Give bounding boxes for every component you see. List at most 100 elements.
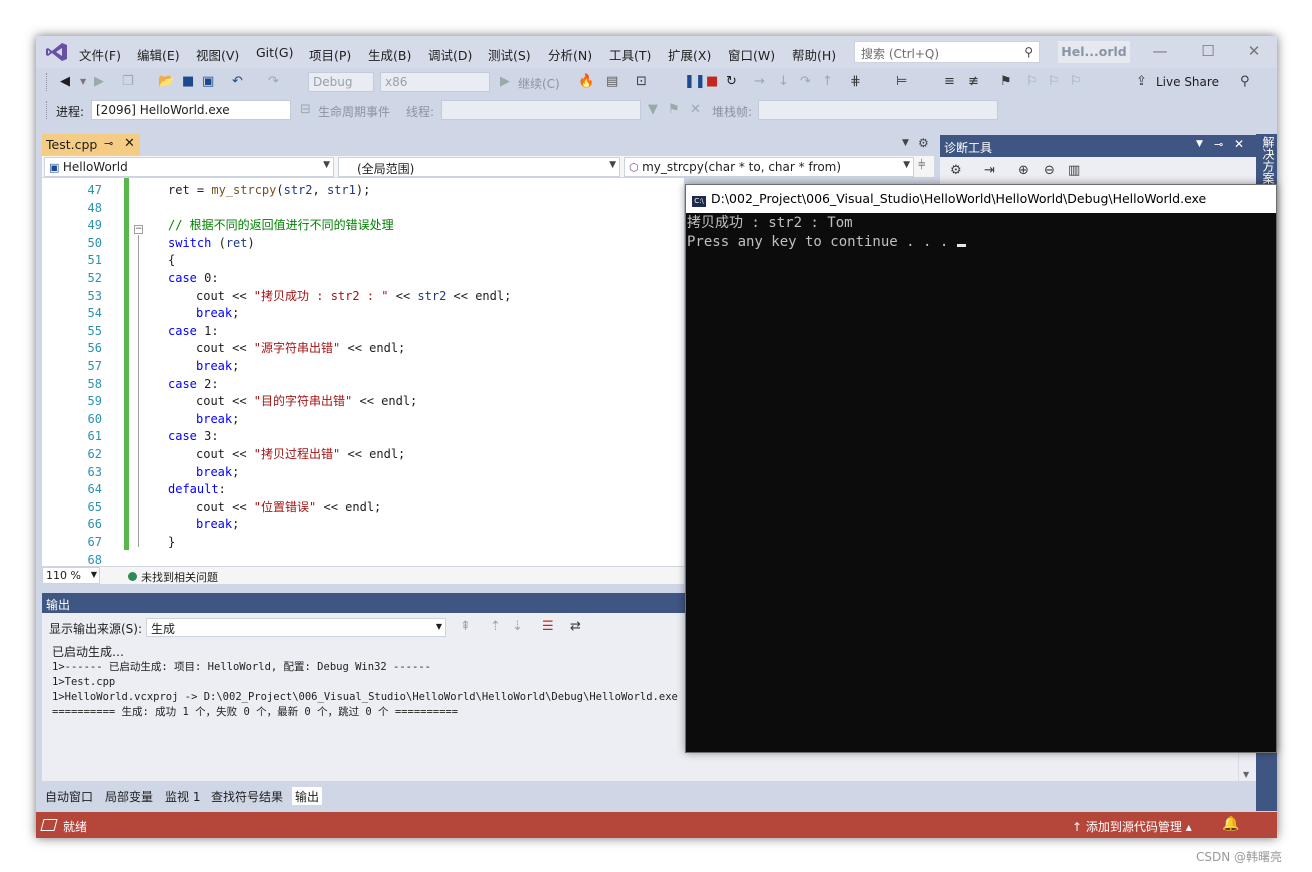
clear-bookmarks-icon[interactable]: ⚐ (1070, 73, 1082, 91)
output-source-select[interactable]: 生成 ▼ (146, 618, 446, 637)
zoom-select[interactable]: 110 % ▼ (42, 567, 100, 584)
live-share-icon[interactable]: ⇪ (1136, 73, 1147, 91)
menu-tools[interactable]: 工具(T) (609, 45, 651, 64)
prev-message-icon[interactable]: ⇡ (490, 618, 501, 636)
project-select[interactable]: ▣ HelloWorld ▼ (44, 157, 334, 177)
configuration-select[interactable]: Debug (308, 72, 374, 92)
issues-indicator[interactable]: 未找到相关问题 (128, 569, 218, 585)
tab-locals[interactable]: 局部变量 (102, 787, 156, 805)
panel-dropdown-icon[interactable]: ▼ (1196, 139, 1203, 149)
stop-icon[interactable]: ■ (706, 73, 718, 91)
maximize-button[interactable]: ☐ (1194, 42, 1222, 60)
zoom-out-icon[interactable]: ⊖ (1044, 162, 1055, 180)
open-file-icon[interactable]: 📂 (158, 73, 174, 91)
add-to-source-control-button[interactable]: ↑ 添加到源代码管理 ▴ (1072, 818, 1192, 835)
split-editor-icon[interactable]: ⫩ (918, 158, 925, 173)
flag-icon[interactable]: ⚑ (668, 101, 680, 119)
screenshot-icon[interactable]: ⊡ (636, 73, 647, 91)
filter-icon[interactable]: ▼ (648, 101, 658, 119)
close-window-button[interactable]: ✕ (1240, 42, 1268, 60)
show-next-statement-icon[interactable]: → (754, 73, 765, 91)
menu-help[interactable]: 帮助(H) (792, 45, 836, 64)
redo-icon[interactable]: ↷ (268, 73, 279, 91)
continue-button[interactable]: 继续(C) (518, 75, 560, 92)
new-project-icon[interactable]: ❐ (122, 73, 134, 91)
undo-icon[interactable]: ↶ (232, 73, 243, 91)
menu-view[interactable]: 视图(V) (196, 45, 239, 64)
step-out-icon[interactable]: ↑ (822, 73, 833, 91)
clear-all-icon[interactable]: ☰ (542, 618, 554, 636)
thread-select[interactable] (441, 100, 641, 120)
tab-find-symbol-results[interactable]: 查找符号结果 (208, 787, 286, 805)
tab-dropdown-icon[interactable]: ▼ (902, 138, 909, 148)
back-icon[interactable]: ◀ (60, 73, 70, 91)
tab-autos[interactable]: 自动窗口 (42, 787, 96, 805)
menu-file[interactable]: 文件(F) (79, 45, 121, 64)
word-wrap-icon[interactable]: ⇄ (570, 618, 581, 636)
hot-reload-icon[interactable]: 🔥 (578, 73, 594, 91)
visual-studio-logo-icon[interactable] (46, 42, 68, 62)
export-icon[interactable]: ⇥ (984, 162, 995, 180)
search-input[interactable]: 搜索 (Ctrl+Q) ⚲ (854, 41, 1040, 63)
browse-icon[interactable]: ▤ (606, 73, 618, 91)
tab-output[interactable]: 输出 (292, 787, 323, 805)
search-placeholder: 搜索 (Ctrl+Q) (861, 47, 940, 61)
pin-icon[interactable]: ⊸ (1214, 138, 1223, 151)
prev-bookmark-icon[interactable]: ⚐ (1026, 73, 1038, 91)
pin-icon[interactable]: ⊸ (104, 137, 113, 150)
menu-test[interactable]: 测试(S) (488, 45, 531, 64)
code-editor[interactable]: − 47 ret = my_strcpy(str2, str1); 48 49// 根… (42, 178, 684, 566)
console-line: Press any key to continue . . . (687, 234, 957, 250)
feedback-icon[interactable]: ⚲ (1240, 73, 1250, 91)
menu-analyze[interactable]: 分析(N) (548, 45, 592, 64)
settings-gear-icon[interactable]: ⚙ (950, 162, 962, 180)
goto-error-icon[interactable]: ⇞ (460, 618, 471, 636)
menu-build[interactable]: 生成(B) (368, 45, 411, 64)
restart-icon[interactable]: ↻ (726, 73, 737, 91)
menu-window[interactable]: 窗口(W) (728, 45, 775, 64)
console-window[interactable]: C:\ D:\002_Project\006_Visual_Studio\Hell… (685, 184, 1277, 753)
scope-select[interactable]: (全局范围) ▼ (338, 157, 620, 177)
notification-bell-icon[interactable]: 🔔 (1222, 816, 1239, 832)
reset-zoom-icon[interactable]: ▥ (1068, 162, 1080, 180)
forward-icon[interactable]: ▶ (94, 73, 104, 91)
minimize-button[interactable]: — (1146, 42, 1174, 60)
step-over-icon[interactable]: ↷ (800, 73, 811, 91)
save-all-icon[interactable]: ▣ (202, 73, 214, 91)
toolbar-grip[interactable] (46, 73, 49, 91)
next-message-icon[interactable]: ⇣ (512, 618, 523, 636)
thread-icon[interactable]: ⊨ (896, 73, 907, 91)
close-panel-icon[interactable]: ✕ (1234, 137, 1244, 151)
live-share-button[interactable]: Live Share (1156, 75, 1219, 89)
stack-frame-select[interactable] (758, 100, 998, 120)
toolbar-grip[interactable] (46, 101, 49, 119)
continue-icon[interactable]: ▶ (500, 73, 510, 91)
next-bookmark-icon[interactable]: ⚐ (1048, 73, 1060, 91)
bookmark-icon[interactable]: ⚑ (1000, 73, 1012, 91)
process-select[interactable]: [2096] HelloWorld.exe (91, 100, 291, 120)
step-into-icon[interactable]: ↓ (778, 73, 789, 91)
comment-icon[interactable]: ≡ (944, 73, 955, 91)
lifecycle-events-button[interactable]: 生命周期事件 (318, 103, 390, 120)
menu-edit[interactable]: 编辑(E) (137, 45, 180, 64)
pause-icon[interactable]: ❚❚ (684, 73, 706, 91)
menu-debug[interactable]: 调试(D) (428, 45, 472, 64)
solution-name-badge[interactable]: Hel...orld (1058, 41, 1130, 63)
settings-gear-icon[interactable]: ⚙ (918, 136, 929, 150)
lifecycle-icon[interactable]: ⊟ (300, 101, 311, 119)
tab-test-cpp[interactable]: Test.cpp ⊸ ✕ (42, 134, 140, 156)
member-select[interactable]: ⬡ my_strcpy(char * to, char * from) ▼ (624, 157, 914, 177)
hex-display-icon[interactable]: ⋕ (850, 73, 861, 91)
close-tab-icon[interactable]: ✕ (124, 136, 135, 151)
uncomment-icon[interactable]: ≢ (968, 73, 979, 91)
menu-git[interactable]: Git(G) (256, 45, 294, 60)
platform-select[interactable]: x86 (380, 72, 490, 92)
scroll-down-icon[interactable]: ▼ (1243, 770, 1249, 779)
zoom-in-icon[interactable]: ⊕ (1018, 162, 1029, 180)
clear-flags-icon[interactable]: ✕ (690, 101, 701, 119)
menu-extensions[interactable]: 扩展(X) (668, 45, 711, 64)
save-icon[interactable]: ■ (182, 73, 194, 91)
menu-project[interactable]: 项目(P) (309, 45, 351, 64)
back-dropdown-icon[interactable]: ▼ (80, 73, 86, 91)
tab-watch-1[interactable]: 监视 1 (162, 787, 203, 805)
